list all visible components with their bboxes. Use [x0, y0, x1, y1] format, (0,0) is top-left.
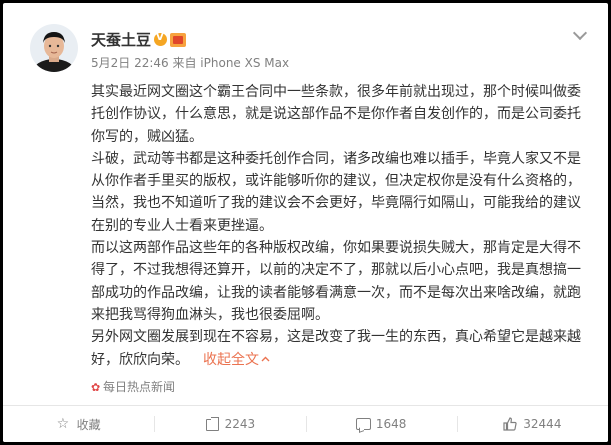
comment-count: 1648 [375, 417, 407, 431]
post-paragraph: 而以这两部作品这些年的各种版权改编，你如果要说损失贼大，那肯定是大得不得了，不过… [91, 240, 581, 323]
chevron-down-icon[interactable] [571, 27, 589, 39]
like-count: 32444 [523, 417, 562, 431]
favorite-label: 收藏 [76, 417, 101, 432]
post-paragraph: 斗破，武动等书都是这种委托创作合同，诸多改编也难以插手，毕竟人家又不是从你作者手… [91, 150, 581, 234]
collapse-label: 收起全文 [203, 351, 259, 368]
topic-tag[interactable]: ✿ 每日热点新闻 [91, 379, 175, 395]
share-icon [205, 417, 219, 431]
post-paragraph-text: 另外网文圈发展到现在不容易，这是改变了我一生的东西，真心希望它是越来越好，欣欣向… [91, 329, 581, 368]
comment-icon [355, 417, 371, 431]
verified-v-icon [154, 32, 167, 46]
chevron-up-icon [259, 352, 270, 368]
thumbs-up-icon [503, 417, 517, 431]
member-badge-icon [170, 33, 186, 47]
post-paragraph: 另外网文圈发展到现在不容易，这是改变了我一生的东西，真心希望它是越来越好，欣欣向… [91, 326, 591, 371]
topic-tag-label: 每日热点新闻 [103, 380, 176, 394]
action-bar: ☆ 收藏 2243 1648 32444 [3, 405, 608, 442]
avatar[interactable] [30, 24, 78, 72]
star-icon: ☆ [56, 416, 70, 432]
flower-icon: ✿ [91, 381, 101, 394]
like-button[interactable]: 32444 [456, 406, 608, 442]
weibo-post-card: 天蚕土豆 5月2日 22:46 来自 iPhone XS Max 其实最近网文圈… [3, 3, 608, 442]
post-paragraph: 其实最近网文圈这个霸王合同中一些条款，很多年前就出现过，那个时候叫做委托创作协议… [91, 84, 581, 145]
collapse-link[interactable]: 收起全文 [203, 352, 270, 368]
share-button[interactable]: 2243 [154, 406, 305, 442]
post-meta: 5月2日 22:46 来自 iPhone XS Max [91, 56, 290, 70]
author-name[interactable]: 天蚕土豆 [91, 30, 151, 50]
screenshot-frame: 天蚕土豆 5月2日 22:46 来自 iPhone XS Max 其实最近网文圈… [0, 0, 611, 445]
share-count: 2243 [224, 417, 256, 431]
comment-button[interactable]: 1648 [305, 406, 457, 442]
post-content: 其实最近网文圈这个霸王合同中一些条款，很多年前就出现过，那个时候叫做委托创作协议… [91, 81, 591, 371]
favorite-button[interactable]: ☆ 收藏 [3, 406, 154, 442]
